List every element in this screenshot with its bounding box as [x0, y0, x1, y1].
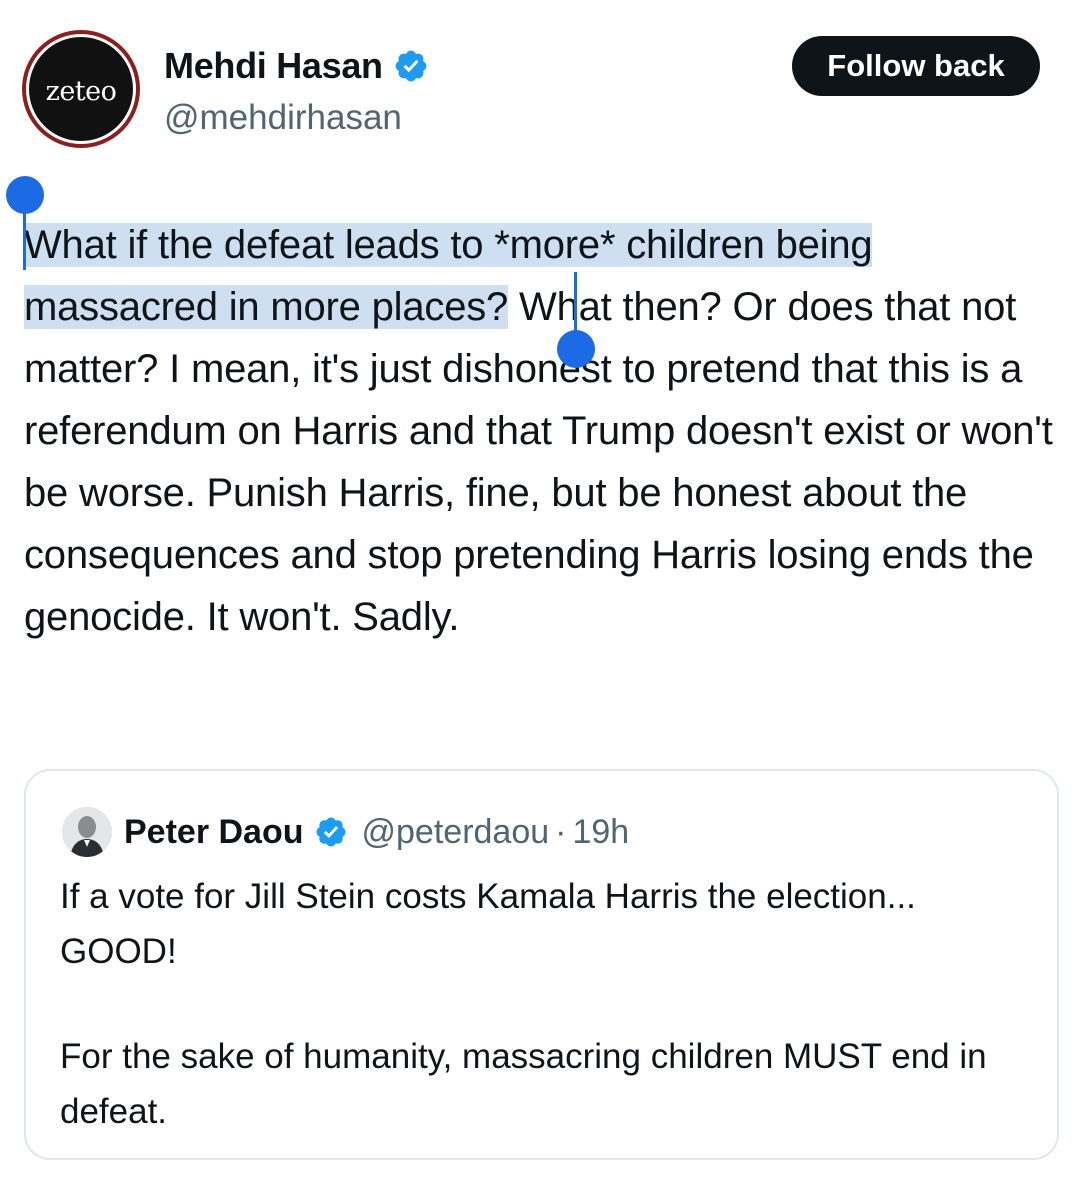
- quoted-paragraph-gap: [60, 979, 1040, 1029]
- quoted-verified-badge-icon: [315, 817, 346, 847]
- quoted-author-handle[interactable]: @peterdaou: [362, 810, 550, 854]
- quoted-separator: ·: [555, 812, 567, 851]
- quoted-paragraph-2: For the sake of humanity, massacring chi…: [60, 1037, 987, 1131]
- author-handle[interactable]: @mehdirhasan: [164, 96, 402, 140]
- quoted-timestamp[interactable]: 19h: [572, 810, 629, 854]
- verified-badge-icon: [395, 50, 427, 82]
- quoted-tweet-card[interactable]: Peter Daou @peterdaou · 19h If a vote fo…: [24, 769, 1059, 1160]
- quoted-author-photo-icon: [62, 807, 112, 857]
- avatar-logo-text: zeteo: [45, 75, 117, 107]
- selection-end-handle[interactable]: [557, 330, 595, 368]
- author-name-row: Mehdi Hasan: [164, 44, 429, 88]
- quoted-author-avatar[interactable]: [62, 807, 112, 857]
- quoted-paragraph-1: If a vote for Jill Stein costs Kamala Ha…: [60, 877, 916, 971]
- quoted-author-display-name[interactable]: Peter Daou: [124, 810, 304, 854]
- tweet-text-rest: What then? Or does that not matter? I me…: [24, 285, 1053, 639]
- selection-start-handle[interactable]: [6, 176, 44, 214]
- quoted-tweet-text: If a vote for Jill Stein costs Kamala Ha…: [60, 869, 1040, 1139]
- follow-back-button[interactable]: Follow back: [792, 36, 1040, 96]
- author-display-name[interactable]: Mehdi Hasan: [164, 44, 383, 88]
- avatar-logo: zeteo: [26, 34, 136, 144]
- quoted-tweet-header: Peter Daou @peterdaou · 19h: [62, 807, 629, 857]
- author-avatar[interactable]: zeteo: [22, 30, 140, 148]
- tweet-text: What if the defeat leads to *more* child…: [24, 214, 1064, 648]
